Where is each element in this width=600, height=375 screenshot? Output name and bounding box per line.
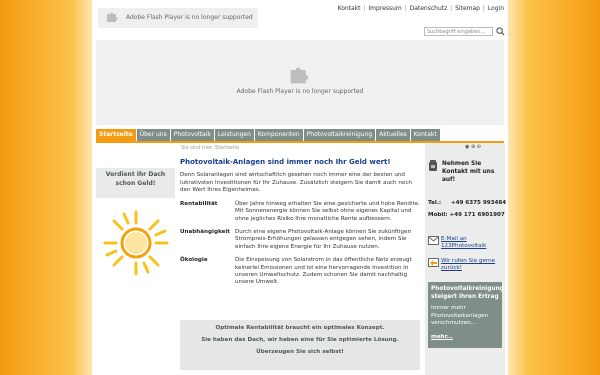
callback-icon bbox=[428, 258, 439, 267]
phone-number: Tel.: +49 6375 993484 bbox=[428, 200, 506, 206]
tab-startseite[interactable]: Startseite bbox=[96, 129, 136, 141]
benefit-text: Über Jahre hinweg erhalten Sie eine gesi… bbox=[235, 200, 420, 222]
tel-value: +49 6375 993484 bbox=[450, 200, 507, 206]
callback-link-block: Wir rufen Sie gerne zurück! bbox=[428, 258, 504, 272]
page-title: Photovoltaik-Anlagen sind immer noch Ihr… bbox=[180, 158, 391, 166]
email-link[interactable]: E-Mail an 123Photovoltaik bbox=[441, 236, 504, 250]
search-input[interactable]: Suchbegriff eingeben... bbox=[424, 27, 493, 36]
tab-ueber-uns[interactable]: Über uns bbox=[136, 129, 170, 141]
top-links: Kontakt | Impressum | Datenschutz | Site… bbox=[337, 5, 504, 12]
callout-box: Optimale Rentabilität braucht ein optima… bbox=[180, 320, 420, 370]
callback-link[interactable]: Wir rufen Sie gerne zurück! bbox=[441, 258, 504, 272]
contact-title: Nehmen Sie Kontakt mit uns auf! bbox=[442, 161, 495, 183]
callout-line: Überzeugen Sie sich selbst! bbox=[256, 349, 344, 355]
flash-message: Adobe Flash Player is no longer supporte… bbox=[236, 88, 364, 95]
benefit-text: Die Einspeisung von Solarstrom in das öf… bbox=[235, 257, 412, 286]
mail-icon bbox=[428, 236, 439, 245]
mobil-label: Mobil: bbox=[428, 212, 448, 218]
sun-icon bbox=[103, 210, 169, 276]
promo-more-link[interactable]: mehr... bbox=[428, 330, 502, 344]
tel-label: Tel.: bbox=[428, 200, 442, 206]
benefit-row: Rentabilität Über Jahre hinweg erhalten … bbox=[180, 201, 420, 223]
tab-photovoltaik[interactable]: Photovoltaik bbox=[170, 129, 214, 141]
tab-aktuelles[interactable]: Aktuelles bbox=[376, 129, 410, 141]
flash-placeholder-small: Adobe Flash Player is no longer supporte… bbox=[98, 8, 258, 28]
toplink-kontakt[interactable]: Kontakt bbox=[338, 5, 361, 12]
email-link-block: E-Mail an 123Photovoltaik bbox=[428, 236, 504, 250]
tab-photovoltaikreinigung[interactable]: Photovoltaikreinigung bbox=[303, 129, 376, 141]
toplink-impressum[interactable]: Impressum bbox=[368, 5, 401, 12]
callout-line: Sie haben das Dach, wir haben eine für S… bbox=[201, 337, 399, 343]
toplink-datenschutz[interactable]: Datenschutz bbox=[410, 5, 448, 12]
intro-text: Denn Solaranlagen sind wirtschaftlich ge… bbox=[180, 172, 412, 194]
benefit-row: Unabhängigkeit Durch eine eigene Photovo… bbox=[180, 229, 420, 251]
benefit-row: Ökologie Die Einspeisung von Solarstrom … bbox=[180, 257, 420, 287]
benefit-label: Ökologie bbox=[180, 257, 208, 264]
toplink-sitemap[interactable]: Sitemap bbox=[455, 5, 480, 12]
benefit-text: Durch eine eigene Photovoltaik-Anlage kö… bbox=[235, 229, 412, 250]
left-teaser: Verdient Ihr Dach schon Geld! bbox=[96, 168, 175, 198]
tab-kontakt[interactable]: Kontakt bbox=[410, 129, 440, 141]
promo-text: Immer mehr Photovoltaikanlagen verschmut… bbox=[431, 305, 489, 326]
benefit-label: Unabhängigkeit bbox=[180, 229, 230, 235]
main-content: Photovoltaik-Anlagen sind immer noch Ihr… bbox=[180, 158, 420, 293]
main-nav: Startseite Über uns Photovoltaik Leistun… bbox=[96, 129, 440, 141]
flash-message: Adobe Flash Player is no longer supporte… bbox=[126, 14, 253, 21]
font-size-controls[interactable]: ◉ ⊕ ⊖ bbox=[465, 144, 481, 150]
contact-heading: Nehmen Sie Kontakt mit uns auf! bbox=[430, 160, 502, 184]
tab-leistungen[interactable]: Leistungen bbox=[214, 129, 254, 141]
benefit-label: Rentabilität bbox=[180, 200, 218, 207]
puzzle-icon bbox=[107, 12, 118, 22]
flash-placeholder-banner: Adobe Flash Player is no longer supporte… bbox=[96, 40, 504, 125]
toplink-login[interactable]: Login bbox=[488, 5, 504, 12]
promo-title: Photovoltaikreinigung steigert Ihren Ert… bbox=[431, 286, 504, 300]
mobile-number: Mobil: +49 171 6901907 bbox=[428, 212, 505, 218]
promo-box: Photovoltaikreinigung steigert Ihren Ert… bbox=[428, 282, 504, 348]
callout-line: Optimale Rentabilität braucht ein optima… bbox=[215, 325, 385, 331]
puzzle-icon bbox=[290, 67, 309, 84]
breadcrumb: Sie sind hier: Startseite bbox=[181, 145, 240, 151]
mobil-value: +49 171 6901907 bbox=[449, 212, 505, 218]
tab-komponenten[interactable]: Komponenten bbox=[254, 129, 303, 141]
search-icon[interactable] bbox=[496, 27, 505, 36]
